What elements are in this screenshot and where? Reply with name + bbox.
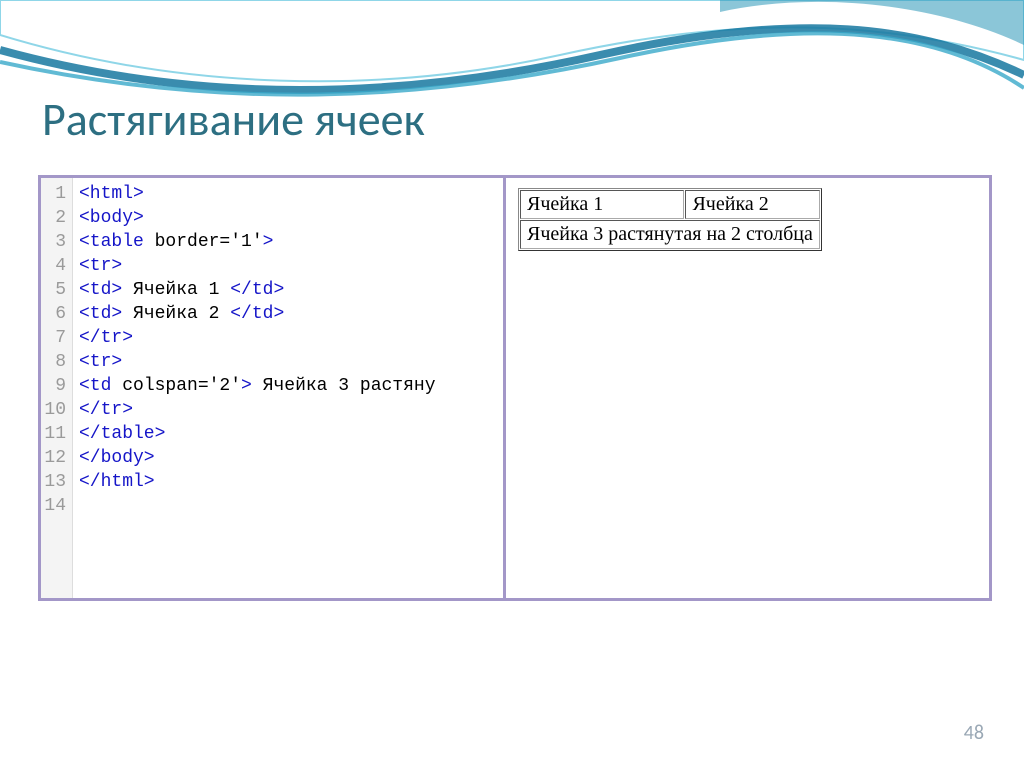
code-line: <tr> [79,254,503,278]
table-row: Ячейка 1 Ячейка 2 [520,190,820,219]
slide-title: Растягивание ячеек [42,92,425,148]
line-number: 9 [41,374,66,398]
code-line: </tr> [79,398,503,422]
table-row: Ячейка 3 растянутая на 2 столбца [520,220,820,249]
line-number: 5 [41,278,66,302]
code-line: <tr> [79,350,503,374]
line-number: 8 [41,350,66,374]
line-number: 1 [41,182,66,206]
code-line: <td> Ячейка 1 </td> [79,278,503,302]
code-line: </body> [79,446,503,470]
table-cell-spanned: Ячейка 3 растянутая на 2 столбца [520,220,820,249]
code-line: </tr> [79,326,503,350]
line-number: 2 [41,206,66,230]
decorative-swoops [0,0,1024,105]
page-number: 48 [964,721,984,745]
line-number: 6 [41,302,66,326]
code-line [79,494,503,518]
line-number: 12 [41,446,66,470]
code-line: <html> [79,182,503,206]
content-panel: 1234567891011121314 <html><body><table b… [38,175,992,601]
code-line: <table border='1'> [79,230,503,254]
code-area: <html><body><table border='1'><tr><td> Я… [73,178,503,598]
code-line: <body> [79,206,503,230]
code-line: </table> [79,422,503,446]
code-line: <td> Ячейка 2 </td> [79,302,503,326]
line-number: 14 [41,494,66,518]
demo-table: Ячейка 1 Ячейка 2 Ячейка 3 растянутая на… [518,188,822,251]
line-number: 13 [41,470,66,494]
line-number-gutter: 1234567891011121314 [41,178,73,598]
code-line: </html> [79,470,503,494]
line-number: 4 [41,254,66,278]
line-number: 7 [41,326,66,350]
table-cell: Ячейка 1 [520,190,684,219]
line-number: 3 [41,230,66,254]
table-cell: Ячейка 2 [685,190,819,219]
line-number: 11 [41,422,66,446]
code-line: <td colspan='2'> Ячейка 3 растяну [79,374,503,398]
render-output-pane: Ячейка 1 Ячейка 2 Ячейка 3 растянутая на… [506,178,989,598]
line-number: 10 [41,398,66,422]
code-editor-pane: 1234567891011121314 <html><body><table b… [41,178,506,598]
